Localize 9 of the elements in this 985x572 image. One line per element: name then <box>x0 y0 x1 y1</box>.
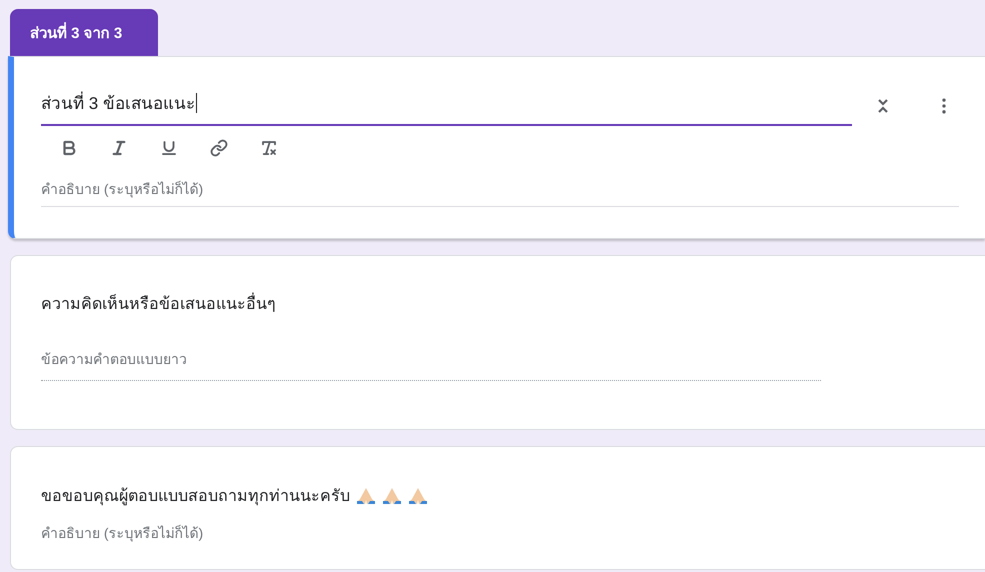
description-field[interactable]: คำอธิบาย (ระบุหรือไม่ก็ได้) <box>41 178 959 207</box>
closing-description: คำอธิบาย (ระบุหรือไม่ก็ได้) <box>41 524 204 544</box>
praying-hands-icon <box>356 486 376 504</box>
closing-title: ขอขอบคุณผู้ตอบแบบสอบถามทุกท่านนะครับ <box>41 486 350 508</box>
section-title-field[interactable]: ส่วนที่ 3 ข้อเสนอแนะ <box>41 85 852 126</box>
praying-hands-icon <box>382 486 402 504</box>
long-answer-field: ข้อความคำตอบแบบยาว <box>41 348 821 381</box>
question-title: ความคิดเห็นหรือข้อเสนอแนะอื่นๆ <box>41 291 985 316</box>
praying-hands-icon <box>408 486 428 504</box>
